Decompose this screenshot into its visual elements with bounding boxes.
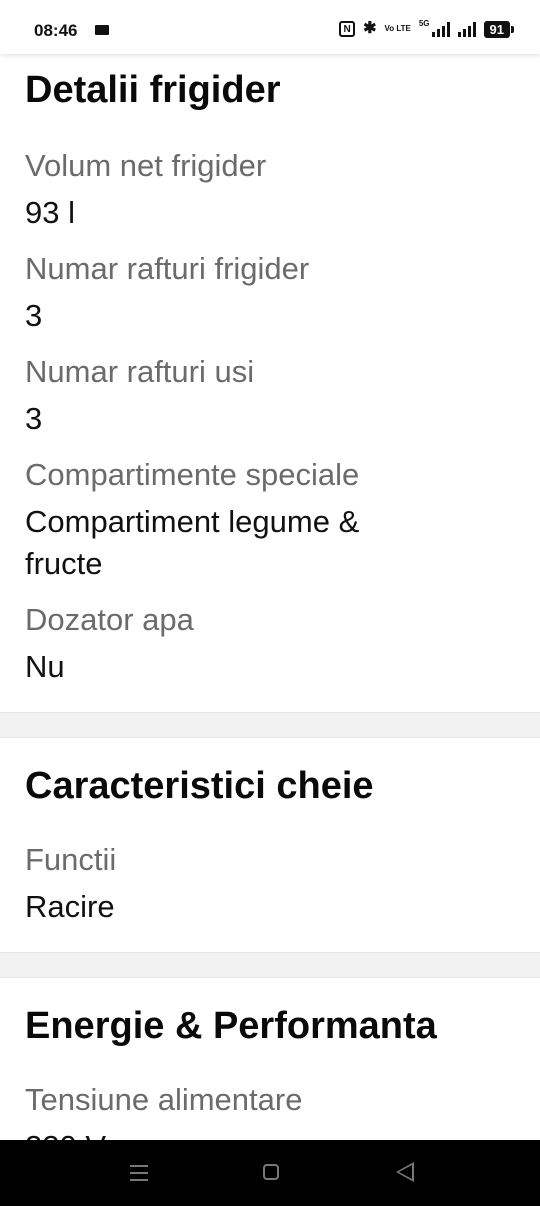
battery-icon: 91 xyxy=(483,20,515,38)
spec-value: Nu xyxy=(25,649,65,684)
spec-row: Numar rafturi frigider 3 xyxy=(25,249,515,337)
section-divider xyxy=(0,952,540,978)
status-icons: N ✱ Vo LTE 5G 91 xyxy=(339,18,515,40)
signal-icon-sim2 xyxy=(457,21,476,37)
volte-icon: Vo LTE xyxy=(384,24,411,33)
nfc-icon: N xyxy=(339,21,356,37)
spec-label: Compartimente speciale xyxy=(25,457,360,492)
spec-label: Tensiune alimentare xyxy=(25,1082,303,1117)
mail-notification-icon xyxy=(95,25,109,35)
home-icon[interactable] xyxy=(263,1164,279,1180)
spec-value: 3 xyxy=(25,298,43,333)
recent-apps-icon[interactable] xyxy=(130,1165,148,1186)
section-key-features: Caracteristici cheie Functii Racire xyxy=(0,738,540,952)
spec-content: Detalii frigider Volum net frigider 93 l… xyxy=(0,54,540,1168)
spec-row: Volum net frigider 93 l xyxy=(25,146,515,234)
spec-value: 93 l xyxy=(25,195,75,230)
network-type-label: 5G xyxy=(418,18,430,28)
spec-value: Racire xyxy=(25,889,115,924)
bluetooth-icon: ✱ xyxy=(363,20,377,37)
section-title: Energie & Performanta xyxy=(25,1005,437,1047)
spec-value: Compartiment legume & fructe xyxy=(25,504,360,581)
spec-row: Dozator apa Nu xyxy=(25,600,515,688)
navigation-bar xyxy=(0,1140,540,1206)
spec-label: Volum net frigider xyxy=(25,148,267,183)
spec-label: Numar rafturi frigider xyxy=(25,251,310,286)
spec-row: Numar rafturi usi 3 xyxy=(25,352,515,440)
status-time: 08:46 xyxy=(34,21,78,40)
spec-row: Functii Racire xyxy=(25,840,515,928)
section-fridge-details: Detalii frigider Volum net frigider 93 l… xyxy=(0,54,540,712)
back-icon[interactable] xyxy=(396,1162,414,1182)
spec-row: Compartimente speciale Compartiment legu… xyxy=(25,455,515,585)
section-divider xyxy=(0,712,540,738)
status-bar: 08:46 N ✱ Vo LTE 5G 91 xyxy=(0,0,540,54)
section-title: Detalii frigider xyxy=(25,69,281,111)
signal-icon-sim1 xyxy=(431,21,450,37)
spec-label: Functii xyxy=(25,842,117,877)
spec-value: 3 xyxy=(25,401,43,436)
spec-label: Dozator apa xyxy=(25,602,194,637)
spec-label: Numar rafturi usi xyxy=(25,354,255,389)
section-title: Caracteristici cheie xyxy=(25,765,374,807)
